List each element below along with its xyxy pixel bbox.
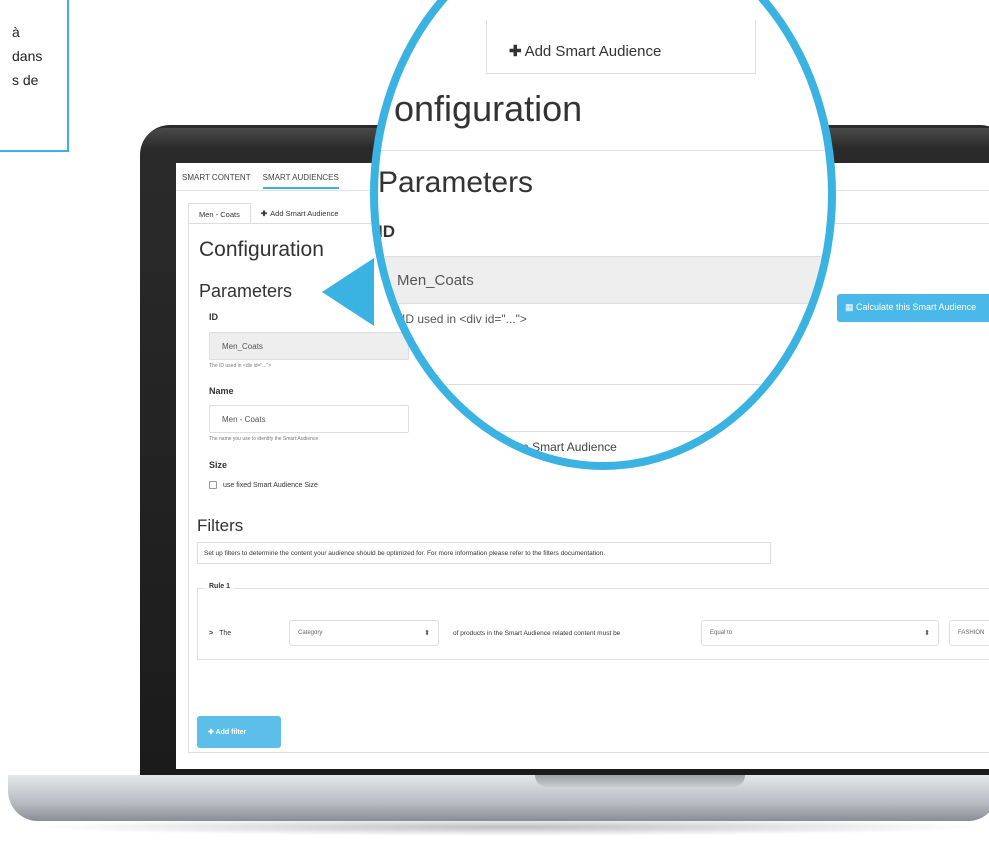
magnified-name-help: ou use to identify the Smart Audience (418, 440, 617, 454)
magnified-id-label: ID (378, 222, 395, 241)
magnifier-circle: ✚ Add Smart Audience onfiguration Paramet… (370, 0, 836, 470)
laptop-notch (535, 775, 745, 787)
configuration-title: Configuration (199, 238, 324, 261)
rule-prefix-text: The (219, 630, 232, 637)
operator-select[interactable]: Equal to ⬍ (701, 620, 939, 646)
calculate-label: Calculate this Smart Audience (856, 302, 977, 312)
rule-title: Rule 1 (205, 583, 235, 590)
operator-select-value: Equal to (710, 630, 733, 636)
calculate-button[interactable]: ▦ Calculate this Smart Audience (837, 294, 989, 322)
magnified-id-help: The ID used in <div id="..."> (378, 312, 527, 326)
filters-title: Filters (197, 516, 244, 535)
category-select[interactable]: Category ⬍ (289, 620, 439, 646)
top-tabs: SMART CONTENT SMART AUDIENCES (182, 173, 339, 189)
note-line: dans (12, 48, 43, 64)
plus-icon: ✚ (208, 729, 216, 736)
magnified-parameters-title: Parameters (378, 166, 534, 199)
chevron-right-icon[interactable]: > (209, 630, 213, 637)
fixed-size-label: use fixed Smart Audience Size (223, 481, 318, 489)
magnifier-pointer (322, 258, 374, 326)
plus-icon: ✚ (509, 43, 522, 60)
add-smart-audience-label: Add Smart Audience (270, 209, 339, 218)
magnified-name-field[interactable]: len - Coats (378, 384, 828, 432)
magnified-add-audience-tab[interactable]: ✚ Add Smart Audience (486, 20, 756, 74)
laptop-base (8, 775, 989, 821)
note-line: à (12, 24, 20, 40)
id-help: The ID used in <div id="..."> (209, 363, 272, 369)
audience-tabs: Men - Coats ✚ Add Smart Audience (188, 203, 349, 225)
filters-info: Set up filters to determine the content … (197, 542, 771, 564)
name-label: Name (209, 386, 234, 396)
add-filter-label: Add filter (215, 729, 247, 736)
magnified-name-label: Name (378, 350, 425, 369)
add-filter-button[interactable]: ✚ Add filter (197, 716, 281, 748)
add-smart-audience-tab[interactable]: ✚ Add Smart Audience (250, 203, 349, 225)
magnified-configuration-title: onfiguration (394, 88, 583, 129)
value-select[interactable]: FASHION (949, 620, 989, 646)
note-box: à dans s de (0, 0, 69, 152)
checkbox-box[interactable] (209, 481, 217, 489)
name-help: The name you use to identify the Smart A… (209, 436, 319, 442)
plus-icon: ✚ (260, 209, 268, 218)
tab-smart-audiences[interactable]: SMART AUDIENCES (262, 173, 339, 189)
value-select-value: FASHION (958, 630, 985, 636)
size-label: Size (209, 460, 228, 470)
calculator-icon: ▦ (845, 302, 857, 312)
id-label: ID (209, 312, 218, 322)
divider (378, 150, 828, 151)
tab-smart-content[interactable]: SMART CONTENT (182, 173, 251, 189)
magnified-id-field[interactable]: Men_Coats (378, 256, 828, 304)
rule-prefix: > The (209, 630, 231, 637)
rule-middle-text: of products in the Smart Audience relate… (453, 630, 621, 637)
tab-men-coats[interactable]: Men - Coats (188, 203, 251, 225)
select-caret-icon: ⬍ (924, 630, 930, 637)
fixed-size-checkbox[interactable]: use fixed Smart Audience Size (209, 481, 318, 489)
parameters-title: Parameters (199, 281, 293, 301)
select-caret-icon: ⬍ (424, 630, 430, 637)
note-line: s de (12, 72, 39, 88)
category-select-value: Category (298, 630, 323, 636)
magnified-add-audience-label: Add Smart Audience (524, 43, 662, 60)
